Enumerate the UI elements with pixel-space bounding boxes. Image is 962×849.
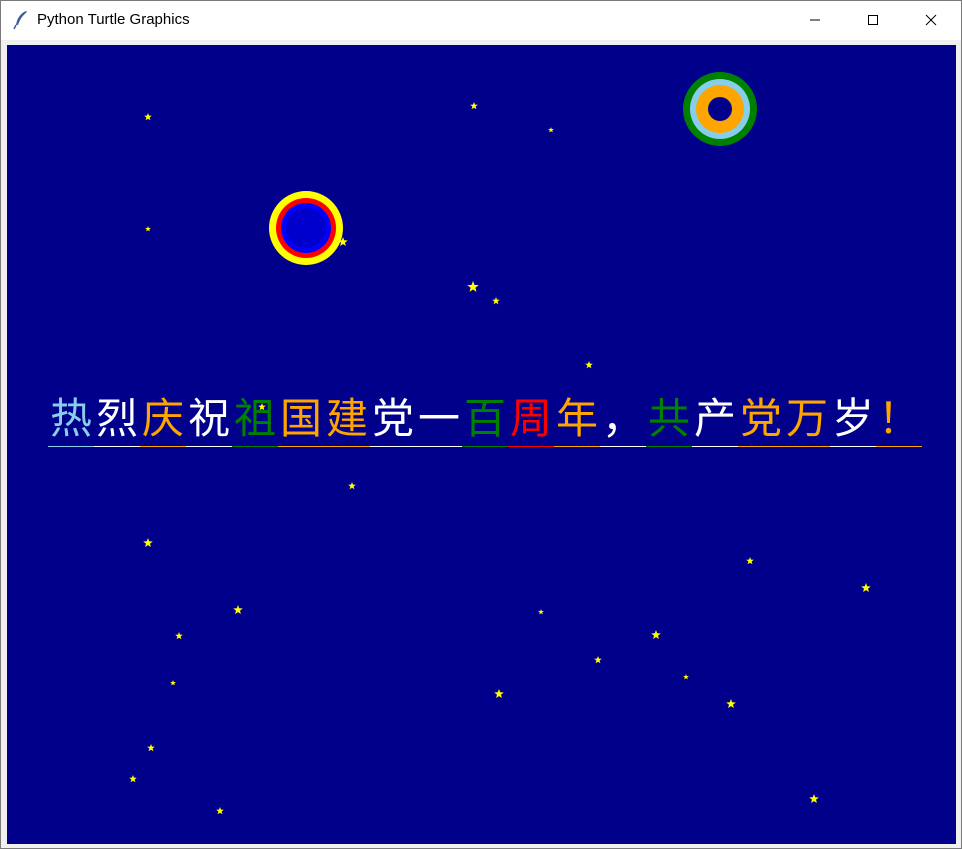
celebration-banner: 热烈庆祝祖国建党一百周年，共产党万岁！ <box>48 391 922 447</box>
star-icon <box>348 482 356 490</box>
star-icon <box>548 127 554 133</box>
star-icon <box>170 680 176 686</box>
concentric-rings-2 <box>683 72 757 146</box>
maximize-button[interactable] <box>850 1 896 40</box>
minimize-button[interactable] <box>792 1 838 40</box>
banner-char: 年 <box>554 391 600 447</box>
turtle-window: Python Turtle Graphics 热 烈 庆 祝 祖 国 建 党 一… <box>0 0 962 849</box>
star-icon <box>129 775 137 783</box>
banner-char: ！ <box>876 391 922 447</box>
close-button[interactable] <box>908 1 954 40</box>
star-icon <box>538 609 544 615</box>
star-icon <box>143 538 153 547</box>
star-icon <box>746 557 754 565</box>
star-icon <box>861 583 871 592</box>
star-icon <box>470 102 478 110</box>
banner-char: 热 <box>48 391 94 447</box>
banner-char: 建 <box>324 391 370 447</box>
star-icon <box>467 281 479 292</box>
banner-char: 周 <box>508 391 554 447</box>
banner-char: 烈 <box>94 391 140 447</box>
banner-char: 国 <box>278 391 324 447</box>
banner-char: 祖 <box>232 391 278 447</box>
star-icon <box>233 605 243 614</box>
canvas-frame: 热烈庆祝祖国建党一百周年，共产党万岁！ <box>4 42 959 847</box>
star-icon <box>683 674 689 680</box>
banner-char: 万 <box>784 391 830 447</box>
star-icon <box>651 630 661 639</box>
star-icon <box>494 689 504 698</box>
star-icon <box>175 632 183 640</box>
star-icon <box>492 297 500 305</box>
feather-icon <box>12 10 30 30</box>
ring1-core <box>286 208 326 248</box>
star-icon <box>594 656 602 664</box>
star-icon <box>144 113 152 121</box>
star-icon <box>585 361 593 369</box>
maximize-icon <box>867 11 879 30</box>
turtle-canvas[interactable]: 热烈庆祝祖国建党一百周年，共产党万岁！ <box>7 45 956 844</box>
banner-char: 祝 <box>186 391 232 447</box>
ring2-core <box>708 97 732 121</box>
banner-char: 一 <box>416 391 462 447</box>
close-icon <box>925 11 937 30</box>
star-icon <box>145 226 151 232</box>
banner-char: 庆 <box>140 391 186 447</box>
banner-char: 岁 <box>830 391 876 447</box>
banner-char: 共 <box>646 391 692 447</box>
banner-char: 百 <box>462 391 508 447</box>
title-bar[interactable]: Python Turtle Graphics <box>1 1 961 40</box>
star-icon <box>809 794 819 803</box>
star-icon <box>147 744 155 752</box>
star-icon <box>726 699 736 708</box>
banner-char: 产 <box>692 391 738 447</box>
window-title: Python Turtle Graphics <box>37 11 190 28</box>
concentric-rings-1 <box>269 191 343 265</box>
star-icon <box>216 807 224 815</box>
banner-char: 党 <box>370 391 416 447</box>
banner-char: ， <box>600 391 646 447</box>
banner-char: 党 <box>738 391 784 447</box>
stars-layer <box>129 102 871 815</box>
minimize-icon <box>809 11 821 30</box>
